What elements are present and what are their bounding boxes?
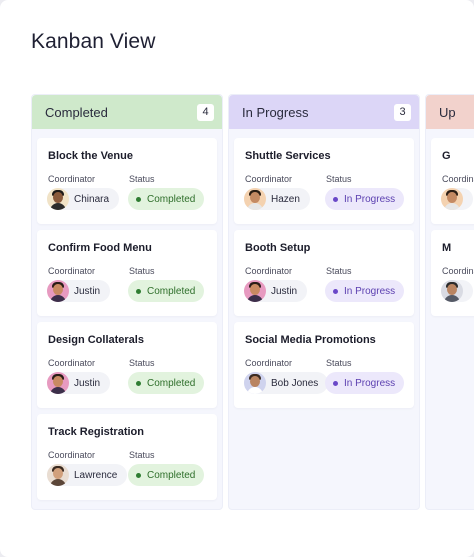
column-header-in-progress[interactable]: In Progress 3 (229, 95, 419, 129)
card-title: Shuttle Services (245, 150, 331, 162)
status-badge[interactable]: Completed (128, 372, 205, 394)
status-badge[interactable]: Completed (128, 464, 205, 486)
status-text: In Progress (344, 285, 396, 297)
coordinator-label: Coordinator (245, 266, 293, 276)
kanban-window: Kanban View Completed 4 Block the Venue … (0, 0, 474, 557)
status-dot-icon (333, 196, 338, 202)
coordinator-label: Coordinator (245, 174, 293, 184)
kanban-board: Completed 4 Block the Venue Coordinator … (31, 94, 474, 512)
avatar (244, 188, 266, 210)
status-text: Completed (147, 193, 196, 205)
column-count-badge: 4 (197, 103, 214, 121)
status-label: Status (326, 174, 352, 184)
column-header-upcoming[interactable]: Up (426, 95, 474, 129)
card-title: Social Media Promotions (245, 334, 376, 346)
column-completed: Completed 4 Block the Venue Coordinator … (31, 94, 223, 510)
task-card-shuttle-services[interactable]: Shuttle Services Coordinator Status Haze… (234, 138, 414, 224)
task-card-design-collaterals[interactable]: Design Collaterals Coordinator Status Ju… (37, 322, 217, 408)
status-text: Completed (147, 285, 196, 297)
status-badge[interactable]: In Progress (325, 188, 405, 210)
card-title: Track Registration (48, 426, 144, 438)
status-dot-icon (136, 472, 141, 478)
card-title: Design Collaterals (48, 334, 144, 346)
status-badge[interactable]: In Progress (325, 280, 405, 302)
column-upcoming: Up G Coordinator M Coordinator (425, 94, 474, 510)
status-text: In Progress (344, 193, 396, 205)
avatar (441, 280, 463, 302)
status-label: Status (326, 266, 352, 276)
column-header-completed[interactable]: Completed 4 (32, 95, 222, 129)
coordinator-name: Justin (271, 285, 298, 297)
card-title: G (442, 150, 451, 162)
coordinator-label: Coordinator (442, 266, 474, 276)
coordinator-name: Lawrence (74, 469, 118, 481)
status-badge[interactable]: Completed (128, 188, 205, 210)
status-text: Completed (147, 377, 196, 389)
coordinator-label: Coordinator (48, 450, 96, 460)
coordinator-chip[interactable]: Lawrence (47, 464, 128, 486)
status-label: Status (129, 450, 155, 460)
status-dot-icon (136, 288, 141, 294)
status-badge[interactable]: Completed (128, 280, 205, 302)
coordinator-label: Coordinator (245, 358, 293, 368)
status-label: Status (326, 358, 352, 368)
avatar (244, 280, 266, 302)
avatar (47, 464, 69, 486)
task-card-confirm-food-menu[interactable]: Confirm Food Menu Coordinator Status Jus… (37, 230, 217, 316)
status-label: Status (129, 266, 155, 276)
coordinator-label: Coordinator (48, 358, 96, 368)
coordinator-chip[interactable]: Hazen (244, 188, 310, 210)
coordinator-name: Hazen (271, 193, 300, 205)
coordinator-chip[interactable]: Justin (47, 280, 111, 302)
task-card-track-registration[interactable]: Track Registration Coordinator Status La… (37, 414, 217, 500)
coordinator-chip[interactable]: Justin (47, 372, 111, 394)
coordinator-chip[interactable]: Bob Jones (244, 372, 329, 394)
status-text: Completed (147, 469, 196, 481)
status-label: Status (129, 174, 155, 184)
coordinator-name: Justin (74, 377, 101, 389)
coordinator-chip[interactable]: Justin (244, 280, 308, 302)
coordinator-label: Coordinator (48, 266, 96, 276)
avatar (47, 372, 69, 394)
card-title: Block the Venue (48, 150, 133, 162)
page-title: Kanban View (31, 30, 156, 53)
column-title: Completed (45, 104, 108, 120)
column-title: Up (439, 104, 456, 120)
task-card-social-media-promotions[interactable]: Social Media Promotions Coordinator Stat… (234, 322, 414, 408)
coordinator-label: Coordinator (48, 174, 96, 184)
task-card-booth-setup[interactable]: Booth Setup Coordinator Status Justin In… (234, 230, 414, 316)
avatar (244, 372, 266, 394)
column-count-badge: 3 (394, 103, 411, 121)
coordinator-name: Bob Jones (271, 377, 319, 389)
coordinator-chip[interactable]: Chinara (47, 188, 120, 210)
coordinator-chip[interactable] (441, 280, 473, 302)
card-title: Confirm Food Menu (48, 242, 152, 254)
coordinator-name: Chinara (74, 193, 110, 205)
status-dot-icon (333, 288, 338, 294)
status-label: Status (129, 358, 155, 368)
card-title: M (442, 242, 452, 254)
coordinator-label: Coordinator (442, 174, 474, 184)
avatar (47, 188, 69, 210)
status-text: In Progress (344, 377, 396, 389)
task-card-partial[interactable]: G Coordinator (431, 138, 474, 224)
avatar (47, 280, 69, 302)
column-in-progress: In Progress 3 Shuttle Services Coordinat… (228, 94, 420, 510)
coordinator-name: Justin (74, 285, 101, 297)
card-title: Booth Setup (245, 242, 311, 254)
task-card-partial[interactable]: M Coordinator (431, 230, 474, 316)
status-dot-icon (136, 380, 141, 386)
status-dot-icon (333, 380, 338, 386)
task-card-block-the-venue[interactable]: Block the Venue Coordinator Status China… (37, 138, 217, 224)
status-badge[interactable]: In Progress (325, 372, 405, 394)
status-dot-icon (136, 196, 141, 202)
column-title: In Progress (242, 104, 309, 120)
coordinator-chip[interactable] (441, 188, 473, 210)
avatar (441, 188, 463, 210)
